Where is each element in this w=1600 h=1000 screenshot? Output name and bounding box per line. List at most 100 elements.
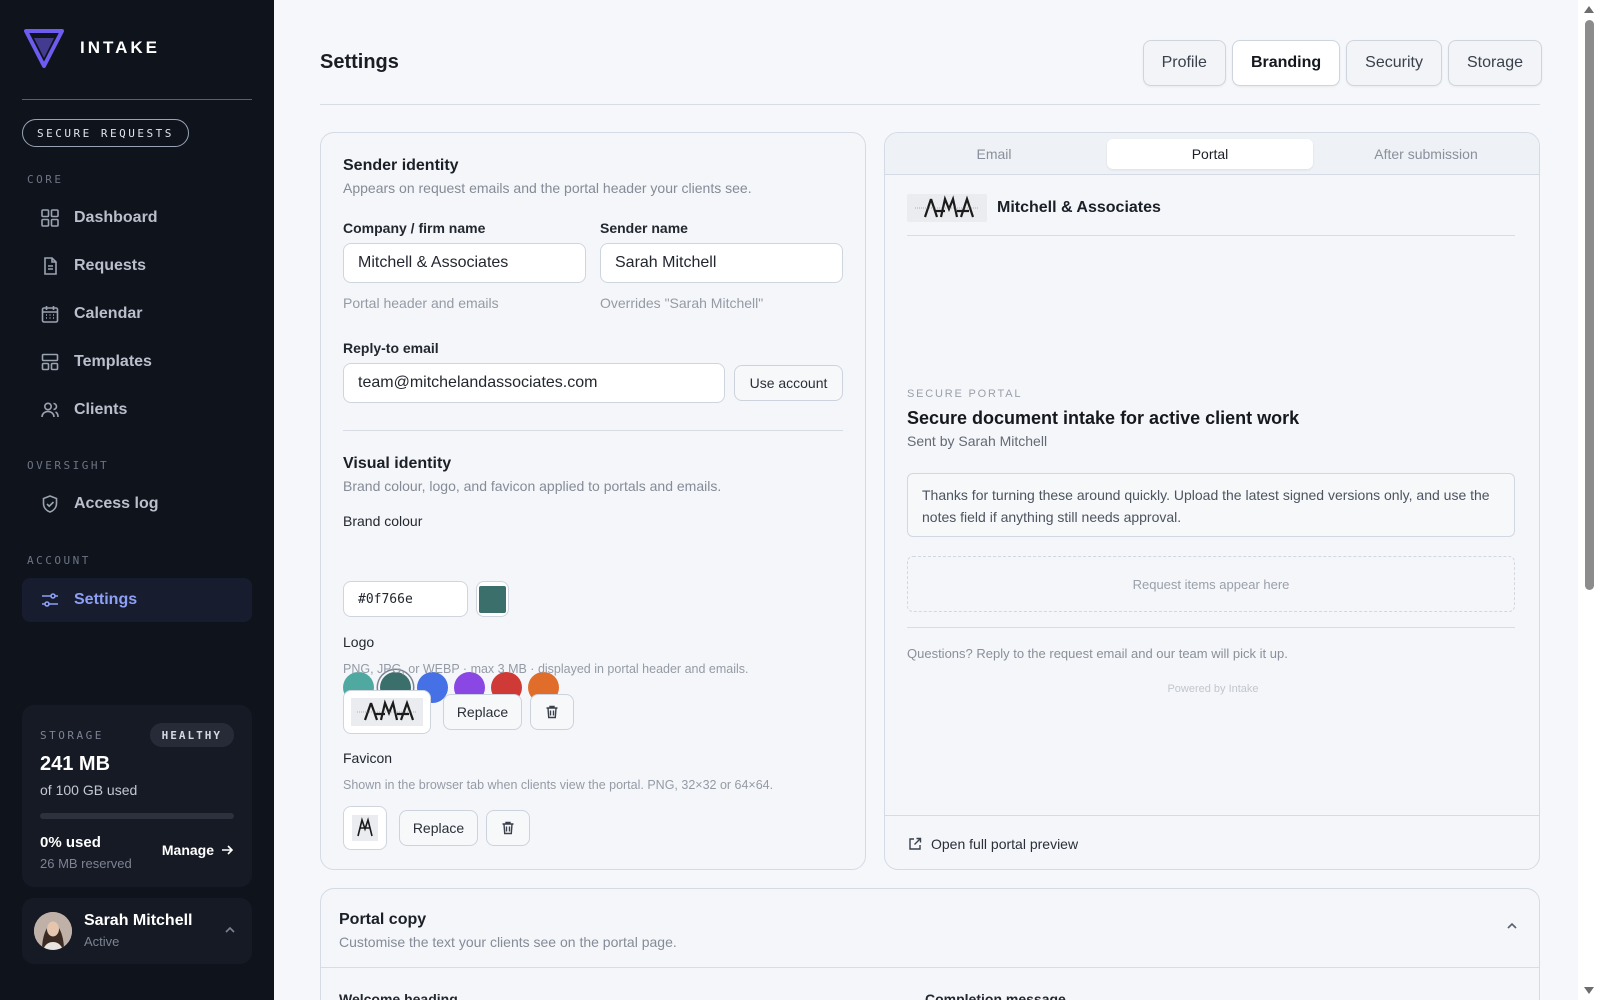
use-account-button[interactable]: Use account	[734, 365, 843, 401]
sender-identity-subtitle: Appears on request emails and the portal…	[343, 180, 752, 196]
scroll-down-arrow[interactable]	[1584, 987, 1594, 994]
sender-identity-title: Sender identity	[343, 157, 459, 174]
nav-item-label: Requests	[74, 257, 147, 274]
nav-item-templates[interactable]: Templates	[22, 340, 252, 384]
preview-firm-name: Mitchell & Associates	[997, 199, 1161, 216]
favicon-label: Favicon	[343, 750, 393, 766]
storage-progress-bar	[40, 813, 234, 819]
scrollbar-thumb[interactable]	[1585, 20, 1594, 590]
delete-logo-button[interactable]	[530, 694, 574, 730]
user-menu[interactable]: Sarah Mitchell Active	[22, 898, 252, 964]
nav-section-oversight: OVERSIGHT	[27, 459, 110, 472]
colour-preview-swatch	[479, 585, 506, 613]
trash-icon	[502, 821, 514, 835]
user-name: Sarah Mitchell	[84, 912, 193, 929]
branding-form-card: Sender identity Appears on request email…	[320, 132, 866, 870]
preview-message: Thanks for turning these around quickly.…	[907, 473, 1515, 537]
header-divider	[320, 104, 1540, 105]
arrow-right-icon	[222, 845, 234, 855]
favicon-image-icon	[352, 815, 378, 841]
nav-section-core: CORE	[27, 173, 64, 186]
page-title: Settings	[320, 51, 399, 73]
tab-profile[interactable]: Profile	[1142, 40, 1226, 86]
reply-to-input[interactable]: team@mitchelandassociates.com	[343, 363, 725, 403]
preview-sent-by: Sent by Sarah Mitchell	[907, 433, 1048, 449]
section-divider	[343, 430, 843, 431]
storage-used-of: of 100 GB used	[40, 782, 138, 798]
preview-kicker: SECURE PORTAL	[907, 388, 1023, 400]
reply-to-label: Reply-to email	[343, 340, 439, 356]
nav-item-clients[interactable]: Clients	[22, 388, 252, 432]
nav-item-access-log[interactable]: Access log	[22, 482, 252, 526]
portal-copy-divider	[321, 967, 1539, 968]
external-link-icon	[909, 837, 922, 850]
nav-item-label: Settings	[74, 591, 138, 608]
nav-item-settings[interactable]: Settings	[22, 578, 252, 622]
templates-icon	[41, 353, 59, 371]
secure-requests-badge: SECURE REQUESTS	[22, 119, 189, 147]
completion-message-label: Completion message	[925, 991, 1066, 1000]
document-icon	[44, 257, 57, 275]
logo-hint: PNG, JPG, or WEBP · max 3 MB · displayed…	[343, 662, 749, 676]
sender-name-hint: Overrides "Sarah Mitchell"	[600, 295, 764, 311]
users-icon	[41, 402, 59, 418]
portal-copy-card: Portal copy Customise the text your clie…	[320, 888, 1540, 1000]
tab-branding[interactable]: Branding	[1231, 40, 1341, 86]
colour-picker-button[interactable]	[476, 581, 509, 617]
tab-after-submission[interactable]: After submission	[1323, 139, 1529, 169]
delete-favicon-button[interactable]	[486, 810, 530, 846]
user-status: Active	[84, 934, 120, 949]
storage-reserved: 26 MB reserved	[40, 856, 132, 871]
nav-item-calendar[interactable]: Calendar	[22, 292, 252, 336]
hex-colour-input[interactable]: #0f766e	[343, 581, 468, 617]
favicon-thumbnail	[343, 806, 387, 850]
brand[interactable]: INTAKE	[24, 28, 160, 68]
brand-divider	[22, 99, 252, 100]
welcome-heading-label: Welcome heading	[339, 991, 458, 1000]
open-full-preview-link[interactable]: Open full portal preview	[885, 815, 1539, 869]
tab-security[interactable]: Security	[1346, 40, 1442, 86]
dashboard-icon	[41, 209, 59, 227]
preview-logo	[907, 194, 987, 222]
preview-powered-by: Powered by Intake	[1167, 683, 1259, 695]
chevron-up-icon[interactable]	[1505, 919, 1519, 933]
preview-heading: Secure document intake for active client…	[907, 408, 1300, 428]
portal-preview-card: Email Portal After submission Mitchell &…	[884, 132, 1540, 870]
intake-logo-icon	[24, 29, 64, 68]
calendar-icon	[41, 306, 59, 323]
storage-status-badge: HEALTHY	[149, 723, 234, 747]
manage-label: Manage	[161, 842, 214, 858]
nav-item-requests[interactable]: Requests	[22, 244, 252, 288]
visual-identity-title: Visual identity	[343, 455, 452, 472]
replace-logo-button[interactable]: Replace	[443, 694, 522, 730]
storage-percent: 0% used	[40, 834, 101, 851]
logo-thumbnail	[343, 690, 431, 734]
tab-storage[interactable]: Storage	[1447, 40, 1542, 86]
company-name-label: Company / firm name	[343, 220, 486, 236]
settings-tabs: Profile Branding Security Storage	[1142, 40, 1542, 86]
logo-image-icon	[351, 698, 423, 726]
page-scrollbar[interactable]	[1578, 0, 1600, 1000]
preview-questions: Questions? Reply to the request email an…	[907, 646, 1288, 661]
tab-portal[interactable]: Portal	[1107, 139, 1313, 169]
avatar	[34, 912, 72, 950]
storage-card: STORAGE HEALTHY 241 MB of 100 GB used 0%…	[22, 705, 252, 887]
preview-divider	[907, 235, 1515, 236]
sender-name-input[interactable]: Sarah Mitchell	[600, 243, 843, 283]
nav-item-label: Clients	[74, 401, 128, 418]
preview-tabs: Email Portal After submission	[885, 133, 1539, 175]
nav-section-account: ACCOUNT	[27, 554, 91, 567]
nav-item-label: Access log	[74, 495, 159, 512]
sliders-icon	[42, 593, 58, 607]
nav-item-dashboard[interactable]: Dashboard	[22, 196, 252, 240]
brand-name: INTAKE	[80, 38, 161, 57]
company-name-input[interactable]: Mitchell & Associates	[343, 243, 586, 283]
nav-item-label: Templates	[74, 353, 152, 370]
scroll-up-arrow[interactable]	[1584, 6, 1594, 13]
replace-favicon-button[interactable]: Replace	[399, 810, 478, 846]
tab-email[interactable]: Email	[891, 139, 1097, 169]
main-content: Settings Profile Branding Security Stora…	[274, 0, 1578, 1000]
chevron-up-icon	[225, 926, 235, 933]
sidebar: INTAKE SECURE REQUESTS CORE Dashboard Re…	[0, 0, 274, 1000]
manage-storage-link[interactable]: Manage	[162, 842, 234, 858]
